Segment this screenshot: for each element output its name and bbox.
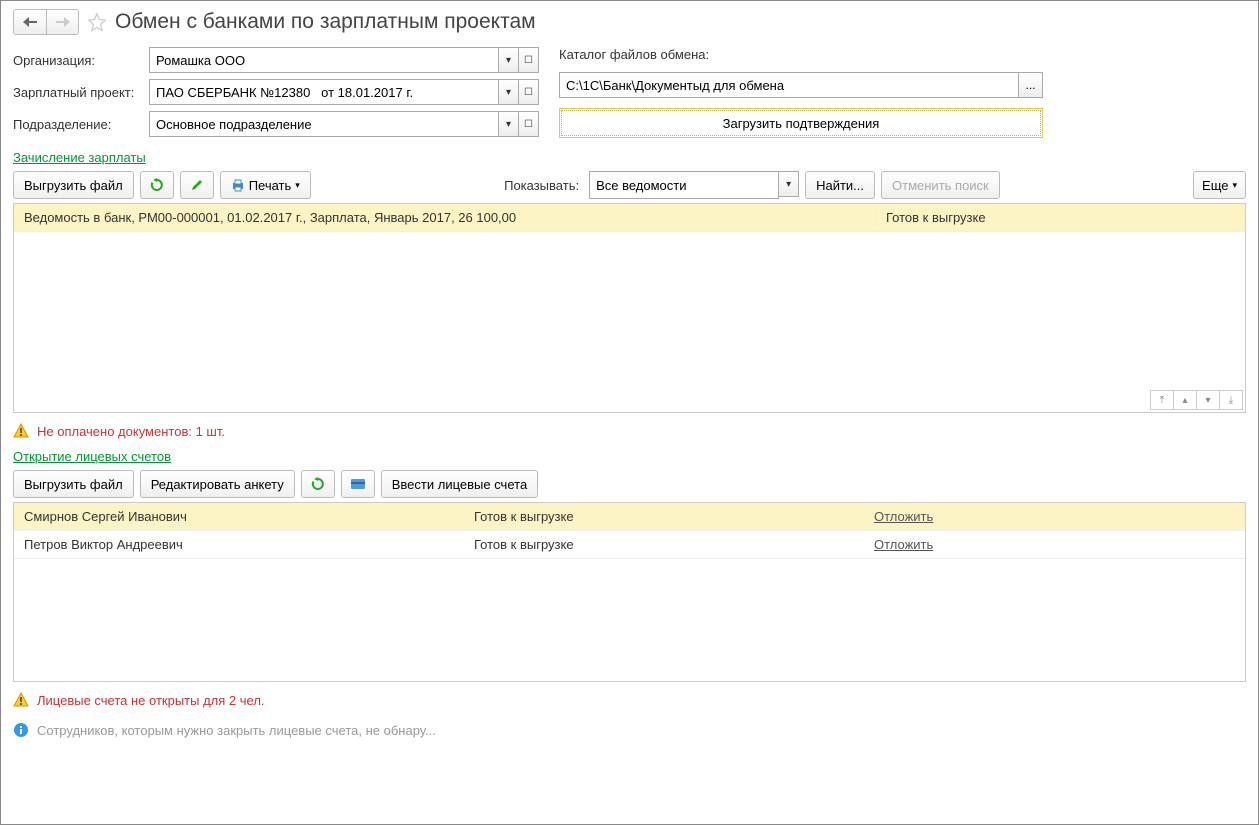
table-row[interactable]: Петров Виктор Андреевич Готов к выгрузке…: [14, 531, 1245, 559]
edit-button[interactable]: [180, 171, 214, 199]
refresh-icon: [311, 477, 325, 491]
row-text: Ведомость в банк, РМ00-000001, 01.02.201…: [14, 210, 875, 225]
project-dropdown-button[interactable]: ▾: [499, 79, 519, 105]
dept-open-button[interactable]: ☐: [519, 111, 539, 137]
table-row[interactable]: Ведомость в банк, РМ00-000001, 01.02.201…: [14, 204, 1245, 232]
chevron-down-icon: ▾: [295, 180, 300, 191]
export-file-button-2[interactable]: Выгрузить файл: [13, 470, 134, 498]
pencil-icon: [190, 178, 204, 192]
card-button[interactable]: [341, 470, 375, 498]
show-filter-dropdown[interactable]: ▾: [779, 171, 799, 197]
refresh-icon: [150, 178, 164, 192]
show-filter-input[interactable]: [589, 171, 779, 199]
employee-name: Смирнов Сергей Иванович: [14, 509, 464, 524]
accounts-grid[interactable]: Смирнов Сергей Иванович Готов к выгрузке…: [13, 502, 1246, 682]
row-status: Готов к выгрузке: [464, 509, 864, 524]
export-file-button[interactable]: Выгрузить файл: [13, 171, 134, 199]
chevron-down-icon: ▾: [1232, 180, 1237, 191]
catalog-path-input[interactable]: [559, 72, 1019, 98]
org-open-button[interactable]: ☐: [519, 47, 539, 73]
back-button[interactable]: [14, 10, 46, 34]
warning-icon: [13, 692, 29, 708]
grid-nav-up[interactable]: ▴: [1173, 390, 1197, 410]
employee-name: Петров Виктор Андреевич: [14, 537, 464, 552]
favorite-star-icon[interactable]: [87, 12, 107, 32]
catalog-browse-button[interactable]: ...: [1019, 72, 1043, 98]
row-status: Готов к выгрузке: [875, 210, 1075, 225]
more-label: Еще: [1202, 178, 1228, 193]
project-label: Зарплатный проект:: [13, 85, 143, 100]
dept-input[interactable]: [149, 111, 499, 137]
table-row[interactable]: Смирнов Сергей Иванович Готов к выгрузке…: [14, 503, 1245, 531]
project-open-button[interactable]: ☐: [519, 79, 539, 105]
row-status: Готов к выгрузке: [464, 537, 864, 552]
print-button[interactable]: Печать ▾: [220, 171, 311, 199]
page-title: Обмен с банками по зарплатным проектам: [115, 10, 536, 34]
edit-form-button[interactable]: Редактировать анкету: [140, 470, 295, 498]
printer-icon: [231, 178, 245, 192]
dept-dropdown-button[interactable]: ▾: [499, 111, 519, 137]
org-input[interactable]: [149, 47, 499, 73]
org-dropdown-button[interactable]: ▾: [499, 47, 519, 73]
refresh-button-2[interactable]: [301, 470, 335, 498]
print-label: Печать: [249, 178, 292, 193]
project-input[interactable]: [149, 79, 499, 105]
dept-label: Подразделение:: [13, 117, 143, 132]
refresh-button[interactable]: [140, 171, 174, 199]
warning-icon: [13, 423, 29, 439]
accounts-section-link[interactable]: Открытие лицевых счетов: [13, 449, 1246, 464]
salary-section-link[interactable]: Зачисление зарплаты: [13, 150, 1246, 165]
grid-nav-last[interactable]: ⤓: [1219, 390, 1243, 410]
org-label: Организация:: [13, 53, 143, 68]
cancel-find-button: Отменить поиск: [881, 171, 1000, 199]
arrow-left-icon: [23, 17, 37, 27]
info-message: Сотрудников, которым нужно закрыть лицев…: [37, 723, 436, 738]
postpone-link[interactable]: Отложить: [874, 537, 933, 552]
enter-accounts-button[interactable]: Ввести лицевые счета: [381, 470, 538, 498]
accounts-warning: Лицевые счета не открыты для 2 чел.: [37, 693, 265, 708]
grid-nav-down[interactable]: ▾: [1196, 390, 1220, 410]
unpaid-warning: Не оплачено документов: 1 шт.: [37, 424, 225, 439]
show-label: Показывать:: [504, 178, 579, 193]
catalog-label: Каталог файлов обмена:: [559, 47, 1043, 62]
forward-button[interactable]: [46, 10, 78, 34]
card-icon: [350, 477, 366, 491]
grid-nav-first[interactable]: ⤒: [1150, 390, 1174, 410]
more-button[interactable]: Еще ▾: [1193, 171, 1246, 199]
postpone-link[interactable]: Отложить: [874, 509, 933, 524]
arrow-right-icon: [56, 17, 70, 27]
load-confirmations-button[interactable]: Загрузить подтверждения: [559, 108, 1043, 138]
info-icon: [13, 722, 29, 738]
salary-grid[interactable]: Ведомость в банк, РМ00-000001, 01.02.201…: [13, 203, 1246, 413]
find-button[interactable]: Найти...: [805, 171, 875, 199]
